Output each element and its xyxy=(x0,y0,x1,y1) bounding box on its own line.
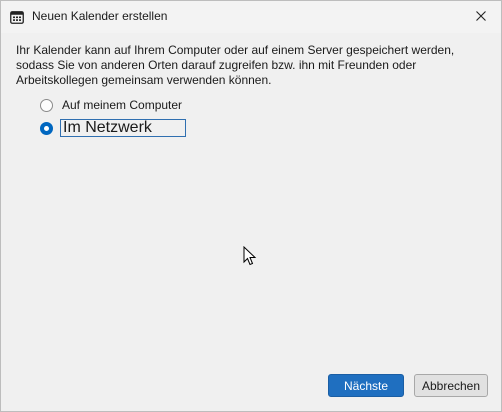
radio-network[interactable] xyxy=(40,121,53,135)
option-computer-label[interactable]: Auf meinem Computer xyxy=(62,98,182,112)
close-icon xyxy=(476,8,486,26)
window-title: Neuen Kalender erstellen xyxy=(32,9,168,23)
mouse-cursor-icon xyxy=(243,245,257,266)
next-button[interactable]: Nächste xyxy=(328,374,404,397)
title-bar: Neuen Kalender erstellen xyxy=(1,1,501,33)
option-network[interactable]: Im Netzwerk xyxy=(40,119,186,137)
cancel-button[interactable]: Abbrechen xyxy=(414,374,488,397)
radio-computer[interactable] xyxy=(40,98,53,112)
calendar-icon xyxy=(10,10,24,24)
dialog-window: Neuen Kalender erstellen Ihr Kalender ka… xyxy=(0,0,502,412)
option-computer[interactable]: Auf meinem Computer xyxy=(40,96,182,114)
option-network-label[interactable]: Im Netzwerk xyxy=(63,119,152,136)
option-network-focus[interactable]: Im Netzwerk xyxy=(60,119,186,137)
description-text: Ihr Kalender kann auf Ihrem Computer ode… xyxy=(16,43,455,87)
close-button[interactable] xyxy=(461,1,501,33)
